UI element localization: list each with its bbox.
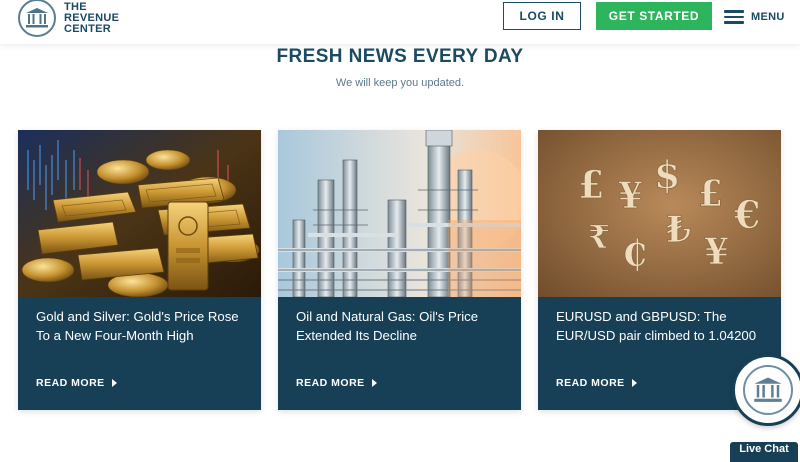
news-card-title[interactable]: Gold and Silver: Gold's Price Rose To a … — [36, 307, 246, 345]
caret-right-icon — [111, 379, 117, 387]
bank-building-icon — [18, 0, 56, 37]
read-more-label: READ MORE — [296, 377, 365, 389]
caret-right-icon — [371, 379, 377, 387]
svg-text:₺: ₺ — [666, 209, 691, 251]
svg-text:$: $ — [654, 152, 680, 197]
site-logo[interactable]: THE REVENUE CENTER — [18, 0, 119, 40]
menu-button[interactable]: MENU — [724, 6, 785, 28]
menu-label: MENU — [751, 11, 785, 23]
news-card-title[interactable]: Oil and Natural Gas: Oil's Price Extende… — [296, 307, 506, 345]
logo-line: REVENUE — [64, 11, 120, 24]
logo-line: THE — [64, 0, 87, 13]
svg-text:£: £ — [578, 162, 604, 207]
logo-text: THE REVENUE CENTER — [64, 0, 120, 35]
live-chat-label[interactable]: Live Chat — [730, 442, 798, 462]
gold-bars-image — [18, 130, 261, 297]
live-chat-button[interactable] — [732, 354, 800, 426]
svg-text:£: £ — [698, 173, 723, 215]
live-chat-widget[interactable]: Live Chat — [730, 354, 800, 462]
section-title: FRESH NEWS EVERY DAY — [276, 46, 524, 67]
oil-refinery-image — [278, 130, 521, 297]
caret-right-icon — [631, 379, 637, 387]
news-card[interactable]: Oil and Natural Gas: Oil's Price Extende… — [278, 130, 521, 410]
site-header: THE REVENUE CENTER LOG IN GET STARTED ME… — [0, 0, 800, 44]
news-card-title[interactable]: EURUSD and GBPUSD: The EUR/USD pair clim… — [556, 307, 766, 345]
svg-text:₹: ₹ — [588, 218, 610, 256]
section-subtitle: We will keep you updated. — [335, 77, 465, 89]
currency-symbols-image: £ ¥ $ £ € ₹ ₵ ₺ ¥ — [538, 130, 781, 297]
svg-text:€: € — [733, 192, 760, 237]
svg-text:¥: ¥ — [704, 231, 729, 273]
hamburger-icon — [724, 10, 744, 24]
news-card[interactable]: Gold and Silver: Gold's Price Rose To a … — [18, 130, 261, 410]
svg-text:₵: ₵ — [622, 233, 647, 275]
svg-text:¥: ¥ — [618, 175, 643, 217]
logo-line: CENTER — [64, 22, 112, 35]
read-more-label: READ MORE — [36, 377, 105, 389]
read-more-label: READ MORE — [556, 377, 625, 389]
read-more-link[interactable]: READ MORE — [556, 377, 637, 389]
login-button[interactable]: LOG IN — [503, 2, 581, 30]
read-more-link[interactable]: READ MORE — [36, 377, 117, 389]
get-started-button[interactable]: GET STARTED — [596, 2, 712, 30]
bank-building-icon — [743, 365, 793, 415]
read-more-link[interactable]: READ MORE — [296, 377, 377, 389]
